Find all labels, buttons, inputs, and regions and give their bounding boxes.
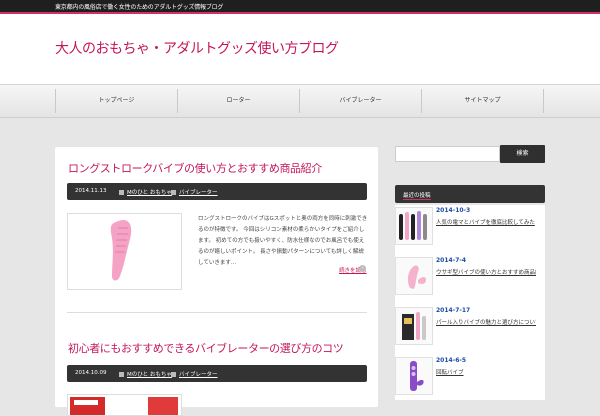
post-excerpt: ロングストロークのバイブはGスポットと奥の両方を同時に刺激できるのが特徴です。 … [198,216,368,266]
folder-icon [171,190,176,195]
widget-title: 最近の投稿 [403,193,431,200]
product-thumbnail[interactable] [395,257,433,295]
recent-posts-list: 2014-10-3 人気の電マとバイブを徹底比較してみた 2014-7-4 ウサ… [395,205,545,400]
nav-item-vibrator[interactable]: バイブレーター [299,89,421,113]
search-input[interactable] [395,146,500,162]
post-divider [67,312,367,313]
post-thumbnail[interactable] [67,394,182,416]
purple-vibrator-image [410,361,424,391]
nav-item-rotor[interactable]: ローター [177,89,299,113]
recent-post-link[interactable]: ウサギ型バイブの使い方とおすすめ商品紹介 [436,268,536,276]
recent-post-date: 2014-6-5 [436,357,467,364]
post-date: 2014.11.13 [75,188,107,194]
vibrators-image [399,211,427,240]
post-author-label: Mのひと おもちゃ [127,190,172,196]
recent-post-link[interactable]: 回転バイブ [436,368,536,376]
recent-post-link[interactable]: 人気の電マとバイブを徹底比較してみた [436,218,536,226]
product-box-image [70,397,178,415]
post-thumbnail[interactable] [67,213,182,290]
pink-vibrator-image [110,219,132,281]
post-title[interactable]: ロングストロークバイブの使い方とおすすめ商品紹介 [68,160,368,176]
list-item[interactable]: 2014-10-3 人気の電マとバイブを徹底比較してみた [395,205,545,250]
main-content: ロングストロークバイブの使い方とおすすめ商品紹介 2014.11.13 Mのひと… [55,147,378,416]
site-tagline: 東京都内の風俗店で働く女性のためのアダルトグッズ情報ブログ [55,4,224,11]
product-thumbnail[interactable] [395,207,433,245]
recent-post-link[interactable]: パール入りバイブの魅力と選び方について [436,318,536,326]
site-title[interactable]: 大人のおもちゃ・アダルトグッズ使い方ブログ [55,38,355,58]
post-author[interactable]: Mのひと おもちゃ [119,370,172,378]
post-category-label: バイブレーター [179,190,218,196]
post-category[interactable]: バイブレーター [171,188,218,196]
site-header: 大人のおもちゃ・アダルトグッズ使い方ブログ [0,14,600,84]
top-bar: 東京都内の風俗店で働く女性のためのアダルトグッズ情報ブログ [0,0,600,14]
post-meta-bar: 2014.10.09 Mのひと おもちゃ バイブレーター [67,365,367,382]
post-title[interactable]: 初心者にもおすすめできるバイブレーターの選び方のコツ [68,340,368,356]
post-author-label: Mのひと おもちゃ [127,372,172,378]
user-icon [119,372,124,377]
list-item[interactable]: 2014-7-17 パール入りバイブの魅力と選び方について [395,305,545,350]
search-button[interactable]: 検索 [500,145,545,163]
folder-icon [171,372,176,377]
post-date: 2014.10.09 [75,370,107,376]
nav-item-sitemap[interactable]: サイトマップ [421,89,544,113]
list-item[interactable]: 2014-7-4 ウサギ型バイブの使い方とおすすめ商品紹介 [395,255,545,300]
user-icon [119,190,124,195]
rabbit-vibrator-image [407,265,426,289]
recent-post-date: 2014-7-17 [436,307,471,314]
list-item[interactable]: 2014-6-5 回転バイブ [395,355,545,400]
nav-item-home[interactable]: トップページ [55,89,177,113]
product-thumbnail[interactable] [395,307,433,345]
post-meta-bar: 2014.11.13 Mのひと おもちゃ バイブレーター [67,183,367,200]
post-category[interactable]: バイブレーター [171,370,218,378]
arrow-right-icon[interactable]: › [359,265,366,272]
main-nav: トップページ ローター バイブレーター サイトマップ [0,84,600,118]
recent-post-date: 2014-10-3 [436,207,471,214]
recent-posts-header: 最近の投稿 [395,185,545,203]
post-author[interactable]: Mのひと おもちゃ [119,188,172,196]
product-thumbnail[interactable] [395,357,433,395]
recent-post-date: 2014-7-4 [436,257,467,264]
post-category-label: バイブレーター [179,372,218,378]
boxed-product-image [402,312,426,340]
